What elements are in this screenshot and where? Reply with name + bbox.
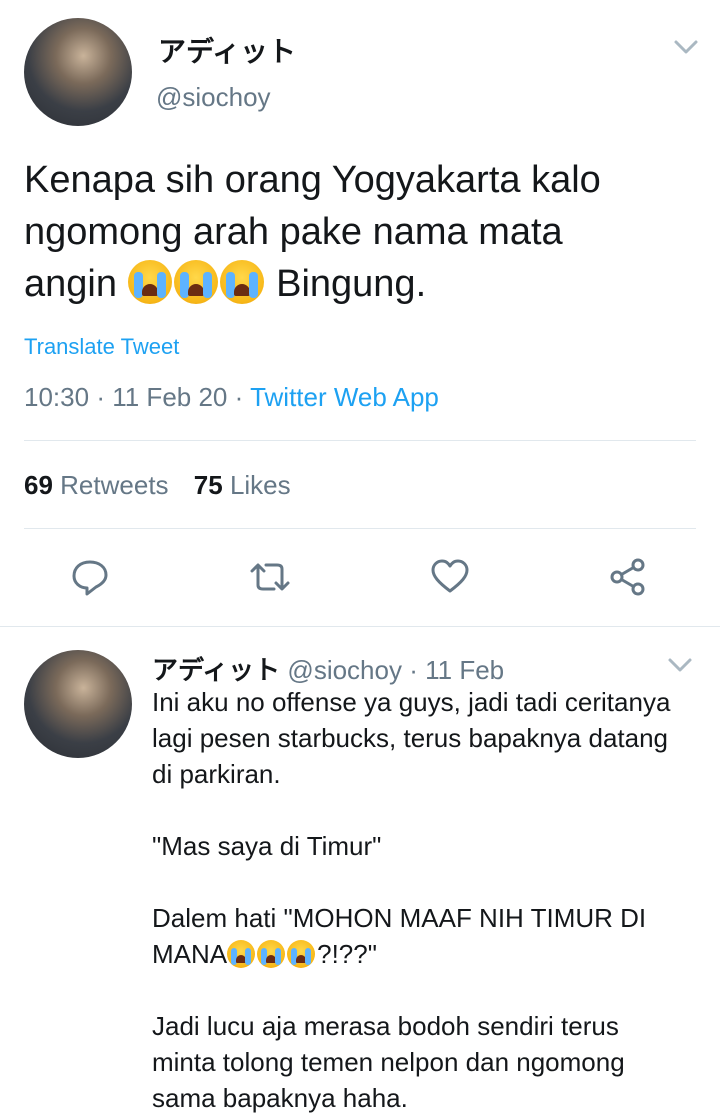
tweet-text-line: Kenapa sih orang Yogyakarta kalo	[24, 159, 601, 201]
tweet-date: 11 Feb 20	[112, 382, 228, 412]
crying-emoji-icon	[227, 940, 256, 968]
retweet-button[interactable]	[248, 555, 292, 599]
retweet-icon	[250, 563, 290, 591]
likes-label: Likes	[229, 470, 291, 500]
reply-header: アディット @siochoy · 11 Feb	[152, 650, 504, 687]
display-name[interactable]: アディット	[158, 30, 296, 70]
tweet-text-line: ngomong arah pake nama mata	[24, 211, 563, 253]
reply-text-line: MANA ?!??"	[152, 936, 712, 972]
crying-emoji-icon	[173, 260, 218, 304]
reply-blank-line	[152, 972, 712, 1008]
divider	[24, 440, 696, 441]
separator: ·	[409, 655, 418, 685]
reply-text-fragment: MANA	[152, 939, 228, 969]
reply-blank-line	[152, 864, 712, 900]
tweet-stats: 69 Retweets 75 Likes	[24, 470, 291, 501]
likes-count: 75	[193, 470, 223, 500]
reply-more-options-button[interactable]	[664, 654, 696, 678]
reply-display-name[interactable]: アディット	[152, 655, 280, 685]
crying-emoji-icon	[287, 940, 316, 968]
avatar[interactable]	[24, 18, 132, 126]
reply-handle[interactable]: @siochoy	[287, 655, 402, 685]
reply-button[interactable]	[68, 555, 112, 599]
retweets-stat[interactable]: 69 Retweets	[24, 470, 176, 500]
likes-stat[interactable]: 75 Likes	[194, 470, 291, 500]
reply-icon	[72, 560, 108, 596]
divider	[0, 626, 720, 627]
crying-emoji-icon	[219, 260, 264, 304]
reply-text-line: minta tolong temen nelpon dan ngomong	[152, 1047, 625, 1077]
tweet-time: 10:30	[24, 382, 90, 412]
tweet-timestamp: 10:30 · 11 Feb 20 · Twitter Web App	[24, 382, 439, 413]
more-options-button[interactable]	[670, 36, 702, 60]
handle[interactable]: @siochoy	[156, 82, 271, 113]
reply-text-line: di parkiran.	[152, 759, 281, 789]
tweet-text-line: angin Bingung.	[24, 258, 704, 310]
reply-text-line: "Mas saya di Timur"	[152, 831, 382, 861]
reply-date[interactable]: 11 Feb	[425, 655, 504, 685]
reply-text-line: sama bapaknya haha.	[152, 1083, 408, 1113]
divider	[24, 528, 696, 529]
reply-text: Ini aku no offense ya guys, jadi tadi ce…	[152, 684, 712, 1116]
crying-emoji-icon	[257, 940, 286, 968]
tweet-text-fragment: angin	[24, 263, 117, 305]
share-button[interactable]	[606, 555, 650, 599]
tweet-text-fragment: Bingung.	[276, 263, 427, 305]
tweet-source-link[interactable]: Twitter Web App	[250, 382, 439, 412]
reply-avatar[interactable]	[24, 650, 132, 758]
reply-text-line: lagi pesen starbucks, terus bapaknya dat…	[152, 723, 669, 753]
share-icon	[610, 558, 645, 596]
like-button[interactable]	[428, 555, 472, 599]
chevron-down-icon	[674, 40, 698, 54]
reply-text-line: Jadi lucu aja merasa bodoh sendiri terus	[152, 1011, 619, 1041]
reply-text-line: Ini aku no offense ya guys, jadi tadi ce…	[152, 687, 671, 717]
separator: ·	[96, 382, 105, 412]
reply-text-line: Dalem hati "MOHON MAAF NIH TIMUR DI	[152, 903, 647, 933]
reply-text-fragment: ?!??"	[317, 939, 377, 969]
retweets-label: Retweets	[60, 470, 169, 500]
chevron-down-icon	[668, 658, 692, 672]
tweet-text: Kenapa sih orang Yogyakarta kalo ngomong…	[24, 154, 704, 310]
separator: ·	[234, 382, 244, 412]
retweets-count: 69	[24, 470, 53, 500]
translate-tweet-link[interactable]: Translate Tweet	[24, 334, 179, 360]
reply-blank-line	[152, 792, 712, 828]
heart-icon	[431, 559, 469, 593]
crying-emoji-icon	[127, 260, 172, 304]
